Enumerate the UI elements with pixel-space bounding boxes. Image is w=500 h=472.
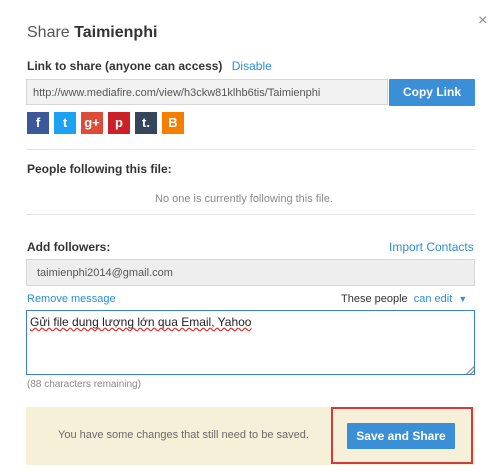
- blogger-icon[interactable]: B: [162, 112, 184, 134]
- import-contacts-link[interactable]: Import Contacts: [389, 240, 474, 254]
- share-dialog: Share Taimienphi × Link to share (anyone…: [0, 0, 500, 472]
- chars-remaining: (88 characters remaining): [27, 379, 141, 390]
- message-textarea[interactable]: Gửi file dung lượng lớn qua Email, Yahoo: [26, 310, 475, 375]
- chevron-down-icon[interactable]: ▼: [458, 294, 467, 304]
- message-text: Gửi file dung lượng lớn qua Email, Yahoo: [30, 315, 252, 329]
- title-prefix: Share: [27, 24, 75, 41]
- divider: [26, 149, 475, 150]
- resize-grip-icon[interactable]: [466, 366, 474, 374]
- no-followers-message: No one is currently following this file.: [155, 193, 333, 205]
- remove-message-link[interactable]: Remove message: [27, 293, 116, 305]
- twitter-icon[interactable]: t: [54, 112, 76, 134]
- dialog-title: Share Taimienphi: [27, 24, 157, 42]
- google-plus-icon[interactable]: g+: [81, 112, 103, 134]
- notice-text: You have some changes that still need to…: [58, 429, 309, 441]
- save-and-share-button[interactable]: Save and Share: [347, 423, 455, 449]
- divider: [26, 214, 475, 215]
- copy-link-button[interactable]: Copy Link: [389, 79, 475, 106]
- pinterest-icon[interactable]: p: [108, 112, 130, 134]
- close-icon[interactable]: ×: [478, 12, 487, 30]
- follower-email-field[interactable]: taimienphi2014@gmail.com: [26, 259, 475, 286]
- facebook-icon[interactable]: f: [27, 112, 49, 134]
- tumblr-icon[interactable]: t.: [135, 112, 157, 134]
- permission-row: These people can edit ▼: [341, 293, 467, 305]
- link-section-label: Link to share (anyone can access) Disabl…: [27, 59, 272, 73]
- disable-link[interactable]: Disable: [232, 59, 272, 73]
- followers-label: People following this file:: [27, 162, 172, 176]
- permission-prefix: These people: [341, 293, 408, 305]
- add-followers-label: Add followers:: [27, 240, 111, 254]
- link-label-text: Link to share (anyone can access): [27, 59, 223, 73]
- file-name: Taimienphi: [74, 24, 158, 41]
- share-url-field[interactable]: http://www.mediafire.com/view/h3ckw81klh…: [26, 79, 388, 105]
- permission-dropdown[interactable]: can edit: [414, 293, 453, 305]
